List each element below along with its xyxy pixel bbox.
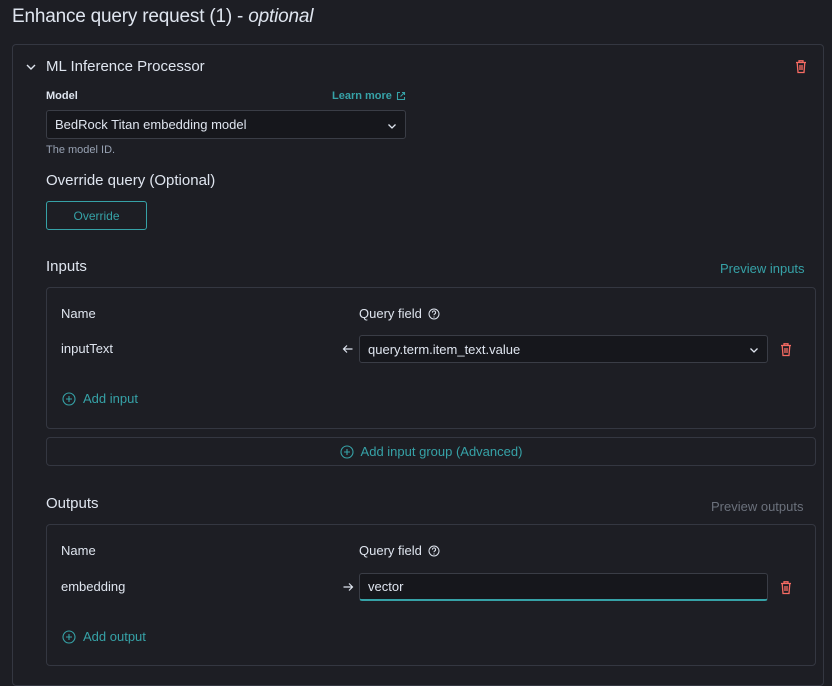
inputs-col-field: Query field [359, 306, 440, 321]
model-select[interactable]: BedRock Titan embedding model [46, 110, 406, 139]
section-title-text: Enhance query request (1) - [12, 6, 249, 27]
inputs-col-field-text: Query field [359, 306, 422, 321]
section-title: Enhance query request (1) - optional [12, 6, 313, 28]
add-input-group-inner: Add input group (Advanced) [339, 444, 523, 459]
input-query-field-select[interactable]: query.term.item_text.value [359, 335, 768, 363]
learn-more-link[interactable]: Learn more [332, 90, 406, 102]
preview-outputs-button[interactable]: Preview outputs [711, 499, 804, 514]
question-circle-icon[interactable] [428, 308, 440, 320]
add-output-label: Add output [83, 629, 146, 644]
output-query-field-input[interactable]: vector [359, 573, 768, 601]
question-circle-icon[interactable] [428, 545, 440, 557]
outputs-col-field: Query field [359, 543, 440, 558]
external-link-icon [396, 91, 405, 101]
inputs-title: Inputs [46, 258, 87, 275]
inputs-col-name: Name [61, 306, 96, 321]
plus-circle-icon [62, 629, 76, 644]
arrow-left-icon [342, 345, 353, 353]
plus-circle-icon [62, 391, 76, 406]
chevron-down-icon[interactable] [26, 62, 36, 72]
model-help-text: The model ID. [46, 144, 116, 156]
preview-inputs-button[interactable]: Preview inputs [720, 261, 805, 276]
section-title-optional: optional [248, 6, 314, 27]
arrow-right-icon [343, 583, 354, 591]
chevron-down-icon [750, 348, 758, 353]
chevron-down-icon [388, 124, 396, 129]
override-title: Override query (Optional) [46, 172, 216, 189]
processor-title: ML Inference Processor [46, 58, 205, 75]
add-input-button[interactable]: Add input [62, 391, 138, 406]
input-query-field-value: query.term.item_text.value [368, 341, 521, 357]
add-input-group-label: Add input group (Advanced) [360, 444, 523, 459]
trash-icon[interactable] [794, 59, 808, 74]
learn-more-text: Learn more [332, 90, 392, 102]
outputs-title: Outputs [46, 495, 99, 512]
input-row-name: inputText [61, 341, 114, 356]
add-input-label: Add input [83, 391, 138, 406]
model-select-value: BedRock Titan embedding model [55, 117, 247, 132]
outputs-col-field-text: Query field [359, 543, 422, 558]
trash-icon[interactable] [779, 580, 793, 595]
add-input-group-button[interactable]: Add input group (Advanced) [46, 437, 816, 466]
add-output-button[interactable]: Add output [62, 629, 146, 644]
outputs-col-name: Name [61, 543, 96, 558]
output-query-field-value: vector [368, 579, 404, 594]
model-label: Model [46, 90, 78, 102]
trash-icon[interactable] [779, 342, 793, 357]
plus-circle-icon [339, 444, 354, 459]
override-button[interactable]: Override [46, 201, 147, 230]
output-row-name: embedding [61, 579, 126, 594]
